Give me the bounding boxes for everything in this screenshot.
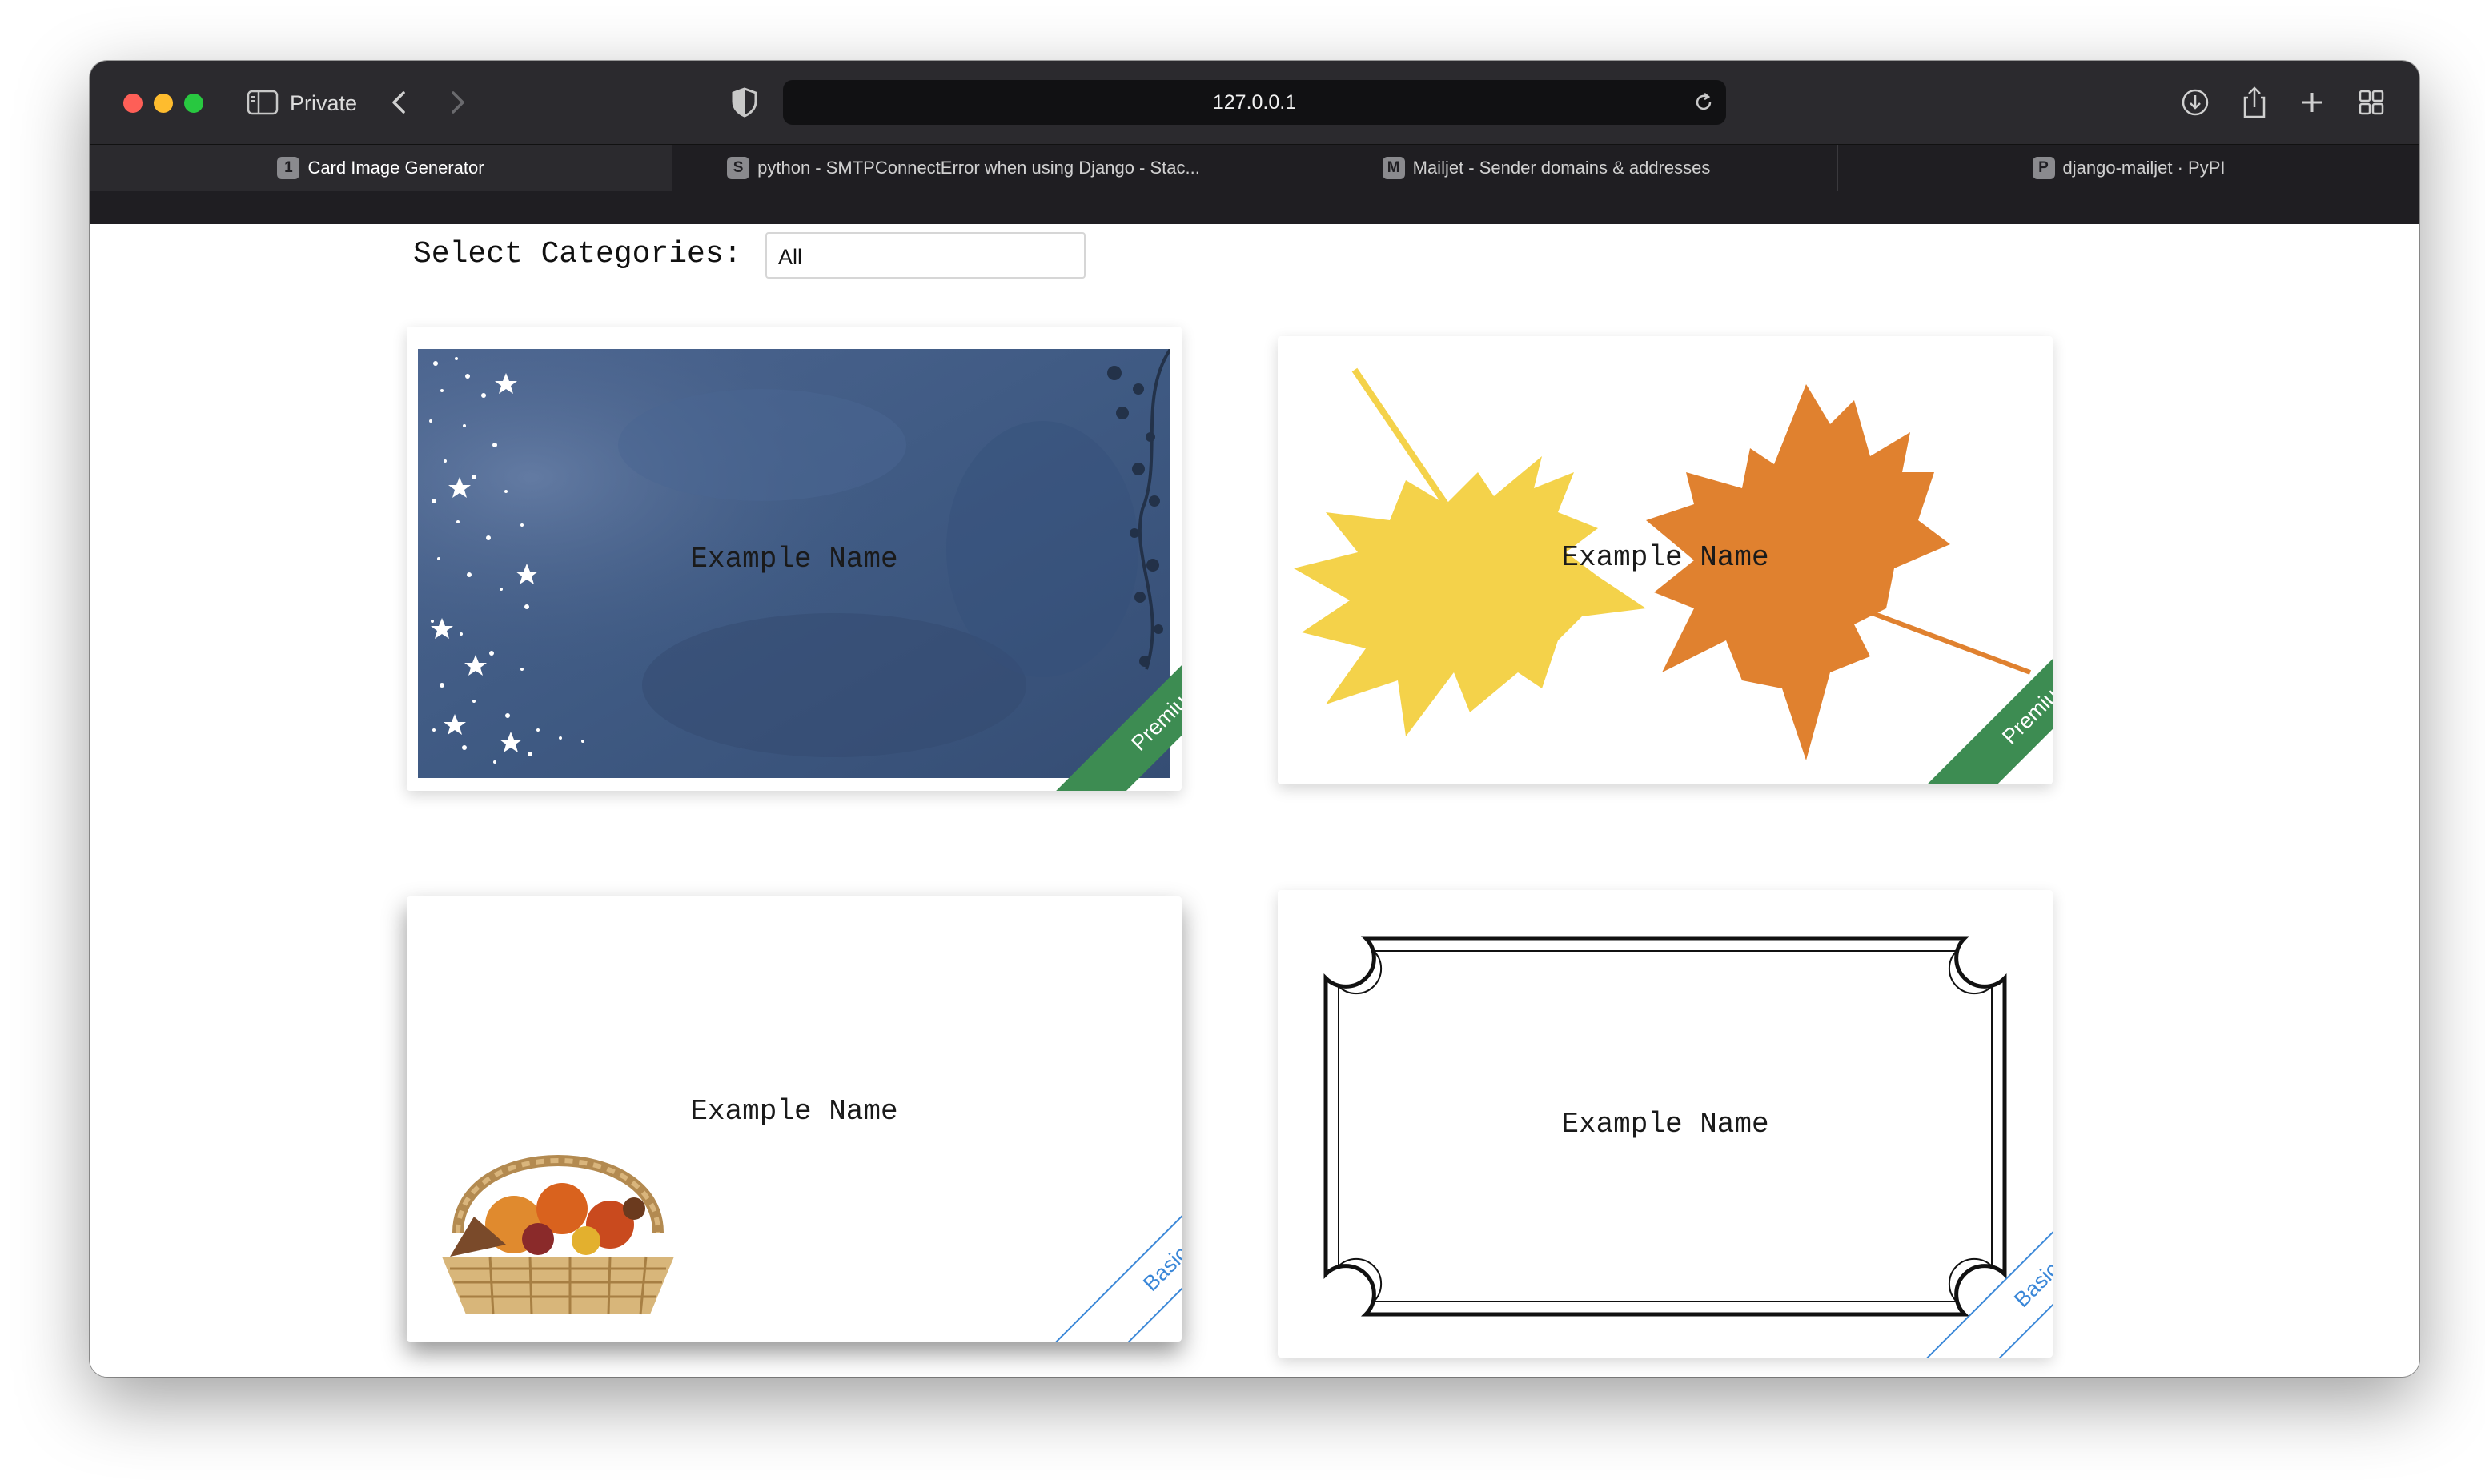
- card-maple-leaves[interactable]: Example Name Premium: [1278, 336, 2053, 784]
- reload-icon[interactable]: [1692, 91, 1715, 114]
- private-mode-label[interactable]: Private: [290, 90, 357, 117]
- basic-ribbon: Basic: [1813, 1117, 2053, 1358]
- tab-title: Mailjet - Sender domains & addresses: [1412, 158, 1711, 178]
- tier-label: Basic: [1921, 1169, 2053, 1358]
- share-icon[interactable]: [2238, 85, 2270, 120]
- new-tab-plus-icon[interactable]: [2296, 85, 2328, 120]
- back-arrow-icon[interactable]: [384, 86, 416, 118]
- sidebar-toggle-icon[interactable]: [247, 90, 279, 115]
- category-filter-label: Select Categories:: [413, 237, 742, 271]
- card-harvest-basket[interactable]: Example Name Basic: [407, 896, 1182, 1342]
- basic-ribbon: Basic: [941, 1101, 1182, 1342]
- premium-ribbon: Premium: [1813, 544, 2053, 784]
- tab-stackoverflow[interactable]: S python - SMTPConnectError when using D…: [672, 145, 1255, 191]
- url-text[interactable]: 127.0.0.1: [783, 80, 1726, 125]
- close-window-button[interactable]: [123, 94, 143, 113]
- tab-mailjet[interactable]: M Mailjet - Sender domains & addresses: [1255, 145, 1838, 191]
- category-select[interactable]: All: [765, 232, 1086, 279]
- toolbar-divider: [90, 191, 2419, 224]
- tab-overview-icon[interactable]: [2355, 85, 2387, 120]
- tab-favicon: S: [727, 157, 750, 179]
- card-ornate-border[interactable]: Example Name Basic: [1278, 890, 2053, 1358]
- tier-label: Premium: [1922, 596, 2053, 784]
- tier-label: Basic: [1050, 1153, 1182, 1342]
- harvest-basket-image: [442, 1155, 674, 1315]
- page-content: Select Categories: All Example Name Prem…: [90, 224, 2419, 1377]
- downloads-icon[interactable]: [2179, 85, 2211, 120]
- premium-ribbon: Premium: [941, 551, 1182, 791]
- tab-favicon: P: [2032, 157, 2055, 179]
- forward-arrow-icon[interactable]: [442, 86, 474, 118]
- browser-window: Private 127.0.0.1 1 Card Image Generator…: [90, 61, 2419, 1377]
- address-bar[interactable]: 127.0.0.1: [783, 80, 1726, 125]
- privacy-shield-icon[interactable]: [730, 86, 759, 118]
- tab-card-image-generator[interactable]: 1 Card Image Generator: [90, 145, 672, 191]
- tab-title: python - SMTPConnectError when using Dja…: [757, 158, 1200, 178]
- tier-label: Premium: [1051, 602, 1182, 791]
- card-night-sky[interactable]: Example Name Premium: [407, 327, 1182, 791]
- browser-toolbar: Private 127.0.0.1: [90, 61, 2419, 144]
- tab-favicon: M: [1382, 157, 1405, 179]
- tab-favicon: 1: [277, 157, 300, 179]
- tab-strip: 1 Card Image Generator S python - SMTPCo…: [90, 144, 2419, 191]
- tab-pypi[interactable]: P django-mailjet · PyPI: [1838, 145, 2419, 191]
- minimize-window-button[interactable]: [154, 94, 173, 113]
- tab-title: Card Image Generator: [307, 158, 484, 178]
- zoom-window-button[interactable]: [184, 94, 203, 113]
- tab-title: django-mailjet · PyPI: [2062, 158, 2226, 178]
